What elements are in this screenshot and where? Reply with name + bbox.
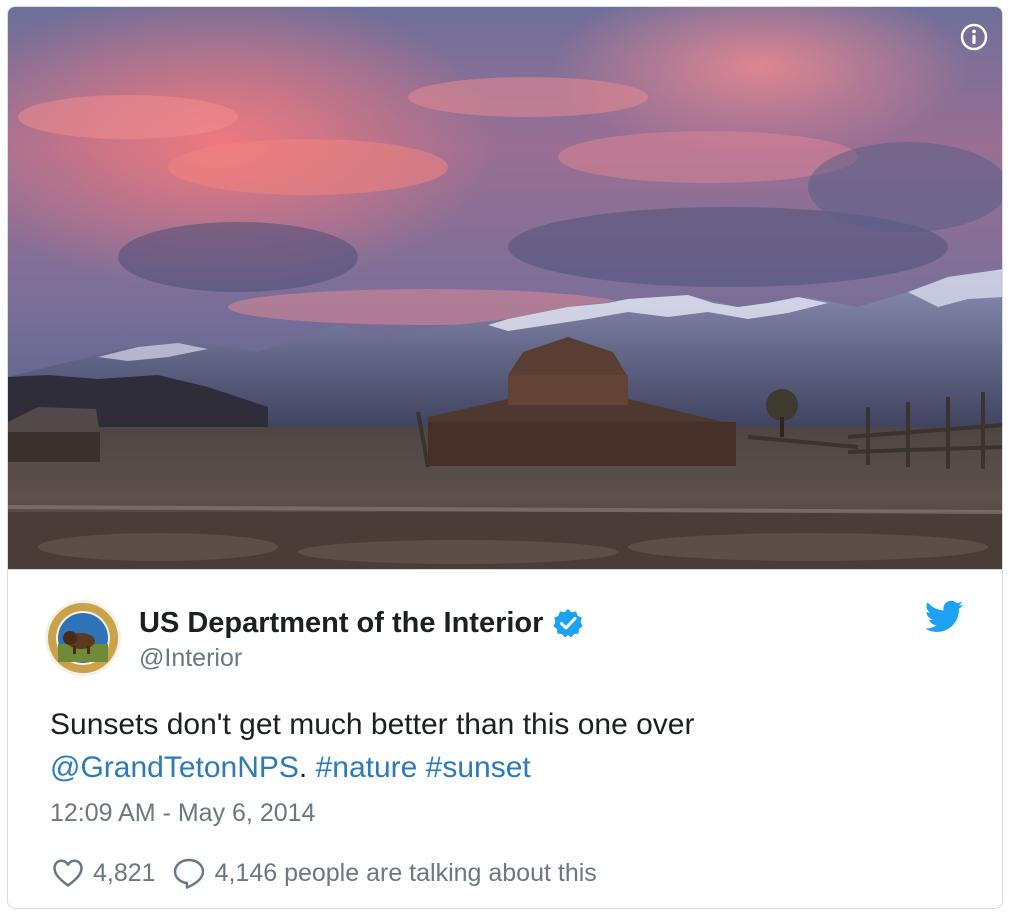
tweet-text-body: Sunsets don't get much better than this … <box>50 708 695 741</box>
display-name[interactable]: US Department of the Interior <box>139 607 543 640</box>
twitter-bird-icon[interactable] <box>924 600 964 634</box>
avatar[interactable] <box>45 600 121 676</box>
tweet-actions: 4,821 4,146 people are talking about thi… <box>52 855 597 891</box>
mention-link[interactable]: @GrandTetonNPS <box>50 751 299 784</box>
tweet-timestamp[interactable]: 12:09 AM - May 6, 2014 <box>50 799 315 828</box>
speech-bubble-icon[interactable] <box>172 857 206 889</box>
embedded-tweet-card: US Department of the Interior @Interior … <box>7 6 1003 909</box>
tweet-text: Sunsets don't get much better than this … <box>50 703 950 789</box>
talking-count-text: 4,146 people are talking about this <box>214 858 597 887</box>
like-action[interactable]: 4,821 <box>52 858 156 888</box>
like-count: 4,821 <box>93 858 156 887</box>
info-icon[interactable] <box>960 23 988 51</box>
doi-seal-icon <box>45 600 121 676</box>
heart-icon[interactable] <box>52 858 84 888</box>
reply-action[interactable]: 4,146 people are talking about this <box>172 857 597 889</box>
tweet-photo[interactable] <box>8 7 1002 570</box>
user-handle[interactable]: @Interior <box>139 644 242 673</box>
tweet-text-separator: . <box>298 751 316 784</box>
verified-badge-icon <box>553 609 584 638</box>
hashtag-nature-link[interactable]: #nature <box>316 751 418 784</box>
author-name-row[interactable]: US Department of the Interior <box>139 603 584 643</box>
sunset-barn-photo <box>8 7 1002 569</box>
hashtag-sunset-link[interactable]: #sunset <box>426 751 531 784</box>
tweet-body: US Department of the Interior @Interior … <box>8 570 1002 908</box>
